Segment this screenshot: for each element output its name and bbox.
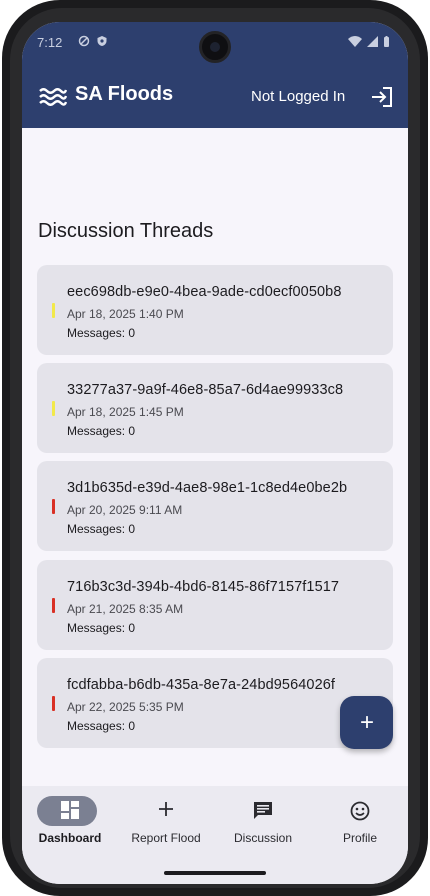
wifi-icon	[348, 36, 362, 47]
status-system-icons	[348, 36, 390, 47]
app-title: SA Floods	[75, 83, 174, 105]
thread-message-count: Messages: 0	[67, 424, 136, 438]
nav-item-discussion[interactable]: Discussion	[215, 786, 311, 856]
nav-item-profile[interactable]: Profile	[312, 786, 408, 856]
thread-date: Apr 18, 2025 1:40 PM	[67, 307, 184, 321]
chat-icon	[215, 801, 311, 821]
thread-card[interactable]: eec698db-e9e0-4bea-9ade-cd0ecf0050b8 Apr…	[37, 265, 393, 355]
bottom-navigation: Dashboard Report Flood Discussion Profil…	[22, 786, 408, 884]
nav-label-report-flood: Report Flood	[131, 831, 201, 845]
status-bar: 7:12	[22, 22, 408, 66]
severity-indicator	[52, 303, 55, 318]
status-time: 7:12	[37, 35, 63, 50]
nav-label-profile: Profile	[342, 831, 377, 845]
new-thread-button[interactable]: +	[340, 696, 393, 749]
section-title: Discussion Threads	[38, 220, 214, 242]
thread-date: Apr 20, 2025 9:11 AM	[67, 503, 183, 517]
thread-card[interactable]: 3d1b635d-e39d-4ae8-98e1-1c8ed4e0be2b Apr…	[37, 461, 393, 551]
thread-id: fcdfabba-b6db-435a-8e7a-24bd9564026f	[67, 677, 336, 693]
blocked-icon	[78, 35, 90, 47]
plus-icon: +	[359, 709, 374, 736]
nav-item-report-flood[interactable]: Report Flood	[118, 786, 214, 856]
nav-label-dashboard: Dashboard	[38, 831, 102, 845]
thread-id: 716b3c3d-394b-4bd6-8145-86f7157f1517	[67, 579, 340, 595]
severity-indicator	[52, 598, 55, 613]
severity-indicator	[52, 499, 55, 514]
nav-item-dashboard[interactable]: Dashboard	[22, 786, 118, 856]
thread-date: Apr 18, 2025 1:45 PM	[67, 405, 184, 419]
signal-icon	[367, 36, 378, 47]
thread-id: 3d1b635d-e39d-4ae8-98e1-1c8ed4e0be2b	[67, 480, 348, 496]
thread-date: Apr 22, 2025 5:35 PM	[67, 700, 184, 714]
app-bar: SA Floods Not Logged In	[22, 66, 408, 128]
status-notification-icons	[78, 35, 108, 47]
thread-id: eec698db-e9e0-4bea-9ade-cd0ecf0050b8	[67, 284, 342, 300]
login-icon[interactable]	[370, 86, 394, 108]
battery-icon	[384, 36, 389, 47]
thread-message-count: Messages: 0	[67, 522, 136, 536]
login-status: Not Logged In	[251, 88, 346, 105]
shield-icon	[97, 36, 107, 46]
severity-indicator	[52, 696, 55, 711]
thread-message-count: Messages: 0	[67, 621, 136, 635]
waves-icon	[39, 88, 67, 106]
smiley-icon	[312, 801, 408, 821]
plus-icon	[118, 801, 214, 821]
home-indicator[interactable]	[164, 871, 266, 875]
thread-message-count: Messages: 0	[67, 326, 136, 340]
thread-id: 33277a37-9a9f-46e8-85a7-6d4ae99933c8	[67, 382, 344, 398]
severity-indicator	[52, 401, 55, 416]
thread-message-count: Messages: 0	[67, 719, 136, 733]
thread-date: Apr 21, 2025 8:35 AM	[67, 602, 184, 616]
nav-label-discussion: Discussion	[233, 831, 293, 845]
thread-card[interactable]: 716b3c3d-394b-4bd6-8145-86f7157f1517 Apr…	[37, 560, 393, 650]
screen: 7:12 SA Floods Not Logged In Discussion …	[22, 22, 408, 884]
main-content: Discussion Threads eec698db-e9e0-4bea-9a…	[22, 128, 408, 786]
front-camera	[199, 31, 231, 63]
dashboard-icon	[22, 801, 118, 821]
thread-card[interactable]: 33277a37-9a9f-46e8-85a7-6d4ae99933c8 Apr…	[37, 363, 393, 453]
